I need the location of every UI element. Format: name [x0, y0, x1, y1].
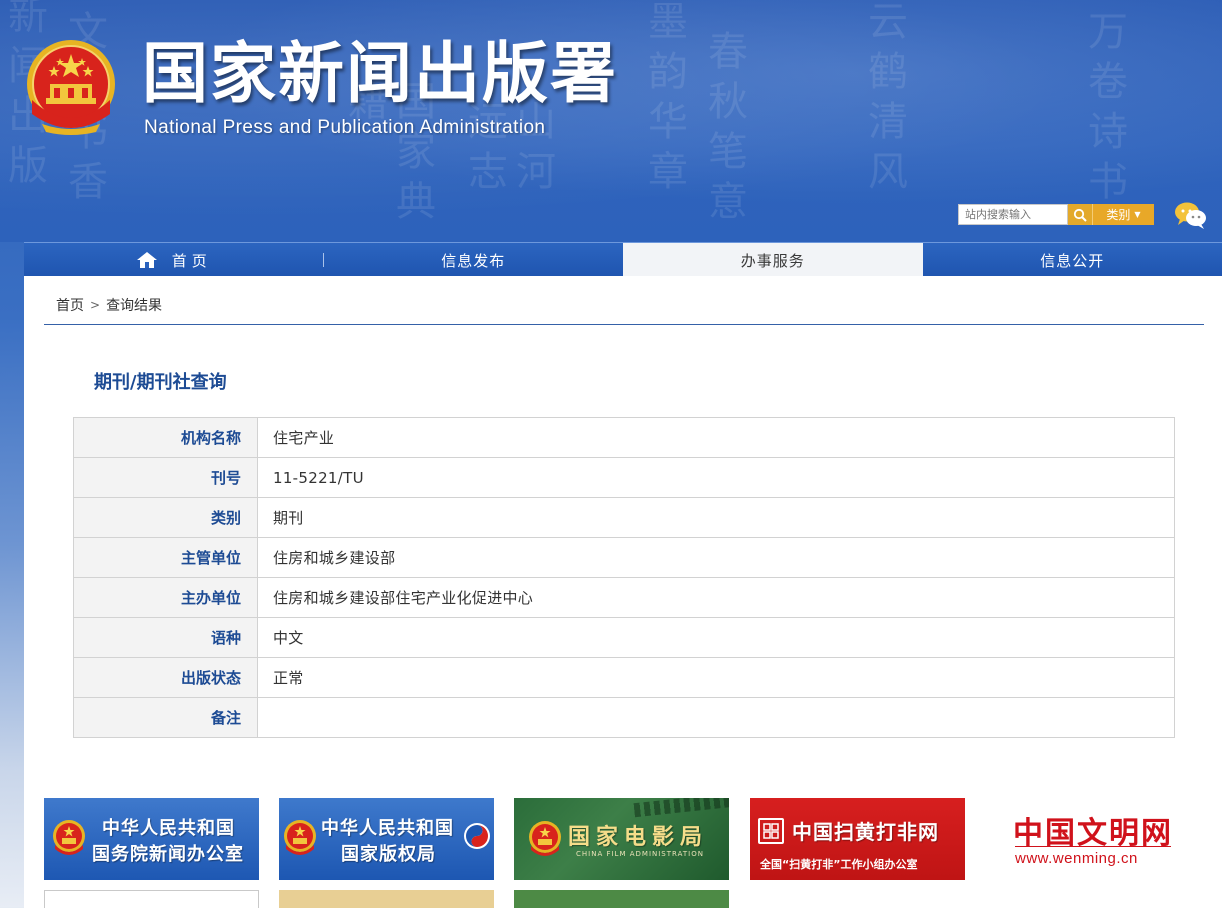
calligraphy-background: 墨韵华章 — [641, 0, 687, 200]
field-label: 备注 — [73, 697, 258, 738]
national-emblem-icon[interactable] — [24, 38, 118, 138]
site-title-en: National Press and Publication Administr… — [144, 117, 546, 138]
search-icon — [1073, 208, 1087, 222]
banner-title: 中华人民共和国 — [102, 818, 235, 839]
table-row: 备注 — [73, 697, 1175, 738]
page-title: 期刊/期刊社查询 — [94, 372, 227, 393]
main-content: 首页 > 查询结果 期刊/期刊社查询 机构名称 住宅产业 刊号 11-5221/… — [24, 276, 1222, 908]
breadcrumb-home-link[interactable]: 首页 — [56, 295, 84, 315]
field-value: 住房和城乡建设部 — [257, 537, 1175, 578]
chevron-down-icon: ▼ — [1134, 210, 1141, 219]
banner-subtitle: 国务院新闻办公室 — [92, 844, 244, 865]
national-emblem-icon — [529, 821, 561, 856]
search-input[interactable] — [958, 204, 1068, 225]
banner-partial[interactable] — [279, 890, 494, 908]
banner-film-link[interactable]: 国家电影局 CHINA FILM ADMINISTRATION — [514, 798, 729, 880]
banner-underline — [1015, 846, 1171, 847]
nav-item-label: 信息发布 — [441, 251, 506, 270]
calligraphy-background: 万卷诗书 — [1081, 10, 1127, 210]
banner-subtitle: 国家版权局 — [341, 844, 436, 865]
nav-item-disclosure[interactable]: 信息公开 — [923, 243, 1222, 277]
banner-wenming-link[interactable]: 中国文明网 www.wenming.cn — [985, 798, 1200, 880]
field-label: 语种 — [73, 617, 258, 658]
nav-item-label: 办事服务 — [740, 251, 805, 270]
field-value: 住房和城乡建设部住宅产业化促进中心 — [257, 577, 1175, 618]
field-value: 正常 — [257, 657, 1175, 698]
table-row: 主管单位 住房和城乡建设部 — [73, 537, 1175, 578]
nav-item-label: 首页 — [171, 251, 212, 270]
breadcrumb-current: 查询结果 — [106, 298, 163, 314]
query-result-table: 机构名称 住宅产业 刊号 11-5221/TU 类别 期刊 主管单位 住房和城乡… — [73, 417, 1175, 738]
banner-scio-link[interactable]: 中华人民共和国 国务院新闻办公室 — [44, 798, 259, 880]
banner-title: 中国扫黄打非网 — [792, 820, 939, 844]
category-select[interactable]: 类别 ▼ — [1092, 204, 1154, 225]
category-select-label: 类别 — [1106, 208, 1131, 222]
national-emblem-icon — [284, 820, 316, 855]
home-icon — [136, 251, 158, 269]
table-row: 刊号 11-5221/TU — [73, 457, 1175, 498]
field-value: 11-5221/TU — [257, 457, 1175, 498]
field-label: 刊号 — [73, 457, 258, 498]
main-nav: 首页 信息发布 办事服务 信息公开 — [24, 242, 1222, 277]
table-row: 出版状态 正常 — [73, 657, 1175, 698]
banner-title: 国家电影局 — [568, 825, 709, 850]
field-value: 住宅产业 — [257, 417, 1175, 458]
calligraphy-background: 云鹤清风 — [861, 0, 907, 200]
banner-copyright-link[interactable]: 中华人民共和国 国家版权局 — [279, 798, 494, 880]
search-button[interactable] — [1068, 204, 1092, 225]
nav-item-label: 信息公开 — [1040, 251, 1105, 270]
table-row: 主办单位 住房和城乡建设部住宅产业化促进中心 — [73, 577, 1175, 618]
banner-subtitle: www.wenming.cn — [1015, 850, 1138, 867]
field-label: 机构名称 — [73, 417, 258, 458]
nav-item-home[interactable]: 首页 — [24, 243, 324, 277]
nav-item-news[interactable]: 信息发布 — [324, 243, 624, 277]
site-search: 类别 ▼ — [958, 204, 1154, 225]
field-label: 主管单位 — [73, 537, 258, 578]
copyright-logo-icon — [464, 823, 490, 849]
field-label: 类别 — [73, 497, 258, 538]
banner-antiporn-link[interactable]: 中国扫黄打非网 全国“扫黄打非”工作小组办公室 — [750, 798, 965, 880]
filmstrip-decoration — [633, 798, 729, 818]
field-label: 出版状态 — [73, 657, 258, 698]
banner-partial[interactable] — [44, 890, 259, 908]
table-row: 类别 期刊 — [73, 497, 1175, 538]
site-title-cn[interactable]: 国家新闻出版署 — [142, 34, 618, 114]
breadcrumb-divider — [44, 324, 1204, 325]
breadcrumb: 首页 > 查询结果 — [56, 295, 162, 315]
wechat-icon[interactable] — [1174, 200, 1208, 230]
banner-subtitle: CHINA FILM ADMINISTRATION — [576, 850, 704, 858]
national-emblem-icon — [53, 820, 85, 855]
banner-title: 中华人民共和国 — [321, 818, 454, 839]
banner-subtitle: 全国“扫黄打非”工作小组办公室 — [760, 858, 918, 871]
field-label: 主办单位 — [73, 577, 258, 618]
field-value: 中文 — [257, 617, 1175, 658]
banner-partial[interactable] — [514, 890, 729, 908]
table-row: 机构名称 住宅产业 — [73, 417, 1175, 458]
field-value: 期刊 — [257, 497, 1175, 538]
calligraphy-background: 春秋笔意 — [701, 30, 747, 230]
breadcrumb-separator: > — [90, 298, 101, 312]
site-header: 新闻出版 文化书香 国家典籍 山河远志 墨韵华章 春秋笔意 云鹤清风 万卷诗书 … — [0, 0, 1222, 242]
field-value — [257, 697, 1175, 738]
table-row: 语种 中文 — [73, 617, 1175, 658]
nav-item-services[interactable]: 办事服务 — [623, 243, 923, 277]
seal-icon — [758, 818, 784, 844]
